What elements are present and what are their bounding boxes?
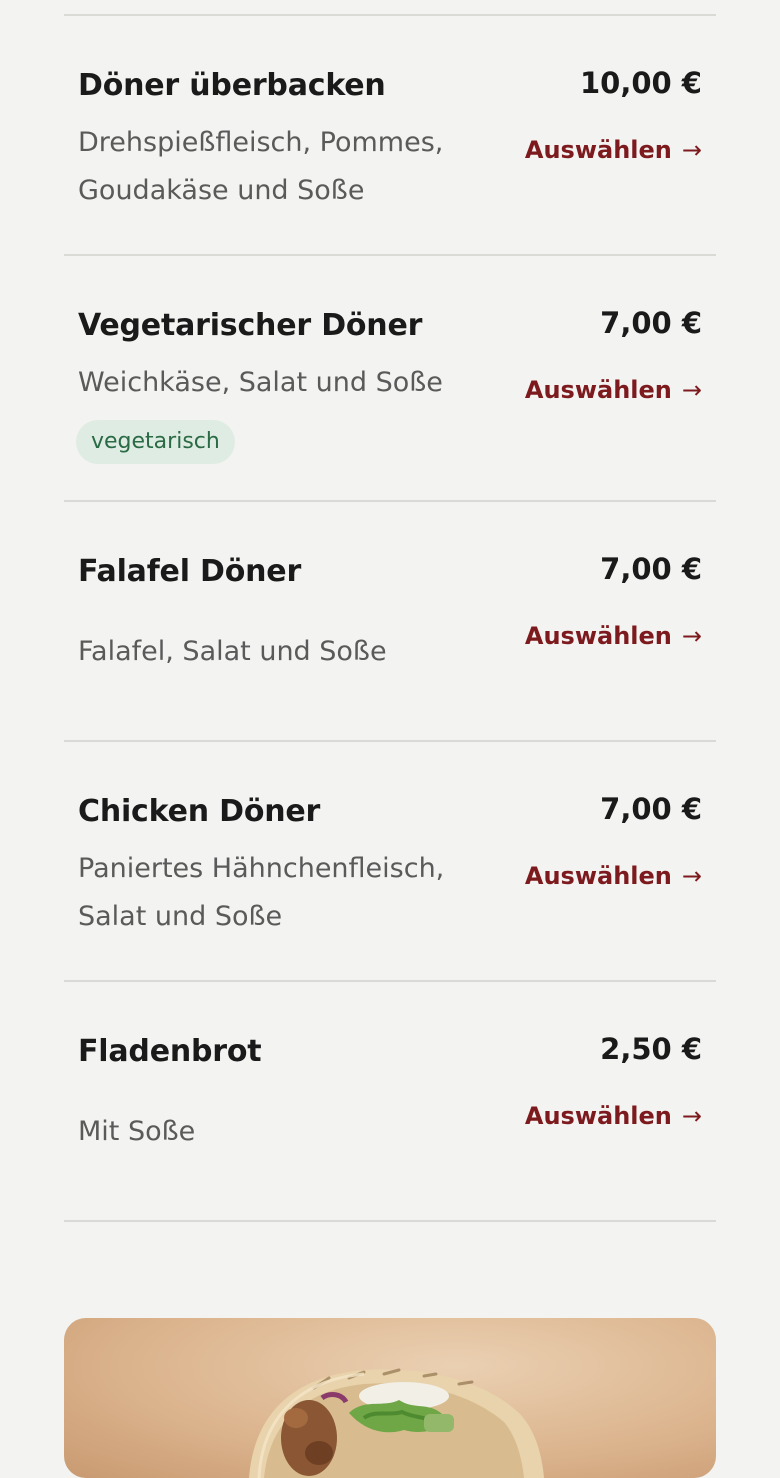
select-button[interactable]: Auswählen →	[525, 376, 702, 404]
item-description: Falafel, Salat und Soße	[78, 636, 387, 667]
item-name: Falafel Döner	[78, 554, 302, 589]
item-price: 7,00 €	[600, 792, 702, 826]
select-label: Auswählen	[524, 622, 672, 650]
menu-item-chicken-doener: Chicken Döner 7,00 € Paniertes Hähnchenf…	[64, 742, 716, 982]
item-description: Paniertes Hähnchenfleisch, Salat und Soß…	[78, 853, 445, 932]
item-name: Chicken Döner	[78, 794, 321, 829]
item-price: 10,00 €	[579, 66, 702, 100]
select-button[interactable]: Auswählen →	[525, 622, 702, 650]
arrow-right-icon: →	[681, 1102, 702, 1130]
item-price: 2,50 €	[600, 1032, 702, 1066]
arrow-right-icon: →	[681, 862, 702, 890]
menu-item-falafel-doener: Falafel Döner 7,00 € Falafel, Salat und …	[64, 502, 716, 742]
item-price: 7,00 €	[600, 552, 702, 586]
select-button[interactable]: Auswählen →	[525, 862, 702, 890]
item-name: Fladenbrot	[78, 1034, 262, 1069]
item-name: Döner überbacken	[78, 68, 386, 103]
arrow-right-icon: →	[681, 136, 702, 164]
menu-list: Döner überbacken 10,00 € Drehspießfleisc…	[64, 14, 716, 1222]
vegetarian-badge: vegetarisch	[76, 420, 235, 464]
arrow-right-icon: →	[681, 376, 702, 404]
item-description: Weichkäse, Salat und Soße	[78, 367, 443, 398]
select-label: Auswählen	[524, 862, 672, 890]
select-button[interactable]: Auswählen →	[525, 1102, 702, 1130]
select-label: Auswählen	[524, 376, 672, 404]
item-price: 7,00 €	[600, 306, 702, 340]
item-name: Vegetarischer Döner	[78, 308, 423, 343]
doener-wrap-photo	[64, 1318, 716, 1478]
menu-item-doener-ueberbacken: Döner überbacken 10,00 € Drehspießfleisc…	[64, 16, 716, 256]
select-label: Auswählen	[524, 1102, 672, 1130]
select-label: Auswählen	[524, 136, 672, 164]
menu-item-fladenbrot: Fladenbrot 2,50 € Mit Soße Auswählen →	[64, 982, 716, 1222]
item-description: Drehspießfleisch, Pommes, Goudakäse und …	[78, 127, 444, 206]
item-description: Mit Soße	[78, 1116, 196, 1147]
doener-wrap-illustration	[249, 1368, 544, 1478]
arrow-right-icon: →	[681, 622, 702, 650]
menu-item-vegetarischer-doener: Vegetarischer Döner 7,00 € Weichkäse, Sa…	[64, 256, 716, 502]
select-button[interactable]: Auswählen →	[525, 136, 702, 164]
